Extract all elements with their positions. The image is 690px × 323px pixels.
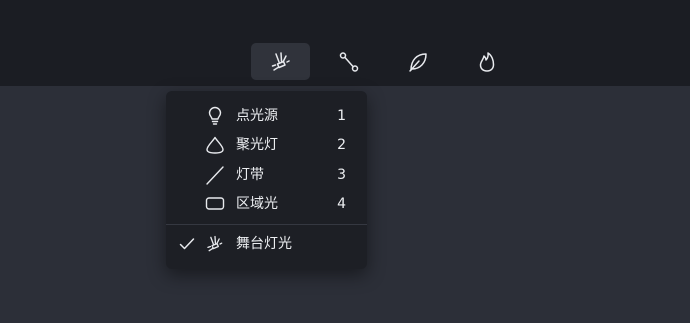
menu-item-label: 灯带 bbox=[236, 167, 264, 183]
menu-item-light-strip[interactable]: 灯带 3 bbox=[166, 161, 367, 189]
top-toolbar bbox=[0, 0, 690, 86]
light-type-dropdown-menu: 点光源 1 聚光灯 2 灯带 3 区域光 4 舞台灯光 bbox=[166, 91, 367, 269]
checkmark-icon bbox=[178, 235, 196, 253]
menu-item-label: 点光源 bbox=[236, 108, 278, 124]
rectangle-icon bbox=[205, 194, 225, 214]
spotlight-icon bbox=[205, 135, 225, 155]
leaf-icon bbox=[406, 50, 430, 74]
flame-icon bbox=[475, 50, 499, 74]
app-window: 点光源 1 聚光灯 2 灯带 3 区域光 4 舞台灯光 bbox=[0, 0, 690, 323]
menu-item-shortcut: 2 bbox=[337, 137, 346, 153]
menu-item-area-light[interactable]: 区域光 4 bbox=[166, 190, 367, 218]
menu-item-shortcut: 1 bbox=[337, 108, 346, 124]
leaf-tool-button[interactable] bbox=[388, 43, 447, 80]
menu-item-shortcut: 3 bbox=[337, 167, 346, 183]
menu-item-label: 舞台灯光 bbox=[236, 236, 292, 252]
path-icon bbox=[337, 50, 361, 74]
menu-item-stage-lighting[interactable]: 舞台灯光 bbox=[166, 230, 367, 258]
flame-tool-button[interactable] bbox=[457, 43, 516, 80]
line-icon bbox=[205, 165, 225, 185]
menu-divider bbox=[166, 224, 367, 225]
menu-item-label: 聚光灯 bbox=[236, 137, 278, 153]
menu-item-shortcut: 4 bbox=[337, 196, 346, 212]
bulb-icon bbox=[205, 106, 225, 126]
stage-light-icon bbox=[205, 234, 225, 254]
path-tool-button[interactable] bbox=[319, 43, 378, 80]
menu-item-spotlight[interactable]: 聚光灯 2 bbox=[166, 131, 367, 159]
stage-light-tool-button[interactable] bbox=[251, 43, 310, 80]
menu-item-label: 区域光 bbox=[236, 196, 278, 212]
stage-light-icon bbox=[269, 50, 293, 74]
menu-item-point-light[interactable]: 点光源 1 bbox=[166, 102, 367, 130]
